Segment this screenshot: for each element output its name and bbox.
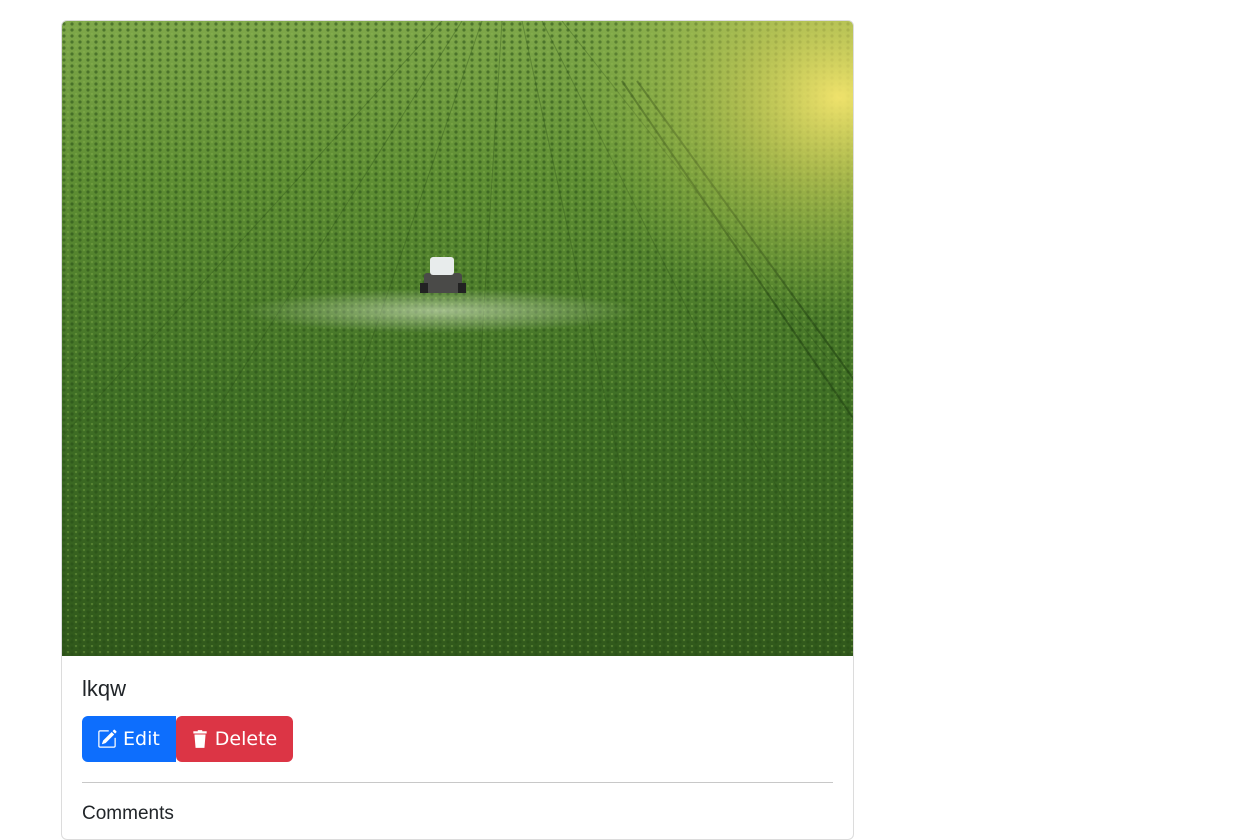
pencil-square-icon [97, 729, 117, 749]
delete-button[interactable]: Delete [175, 716, 294, 762]
action-buttons: Edit Delete [82, 716, 833, 762]
edit-button-label: Edit [123, 728, 160, 750]
edit-button[interactable]: Edit [82, 716, 176, 762]
card-body: lkqw Edit Delete Comments [82, 676, 833, 825]
field-photo [62, 21, 853, 656]
divider [82, 782, 833, 783]
post-image [62, 21, 853, 656]
comments-heading: Comments [82, 803, 174, 824]
post-title: lkqw [82, 676, 127, 701]
trash-icon [191, 729, 209, 749]
post-card: lkqw Edit Delete Comments [61, 20, 854, 840]
delete-button-label: Delete [214, 728, 278, 750]
